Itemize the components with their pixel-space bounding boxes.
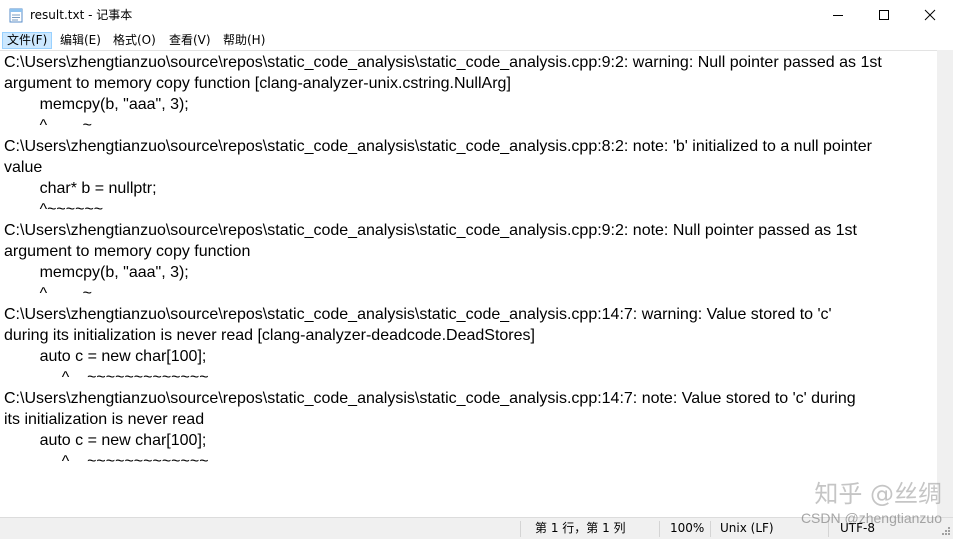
status-divider xyxy=(659,521,660,537)
maximize-icon xyxy=(879,10,889,20)
maximize-button[interactable] xyxy=(861,0,907,31)
resize-grip-icon[interactable] xyxy=(940,525,951,536)
text-line: char* b = nullptr; xyxy=(4,180,157,197)
menu-bar: 文件(F) 编辑(E) 格式(O) 查看(V) 帮助(H) xyxy=(0,31,953,50)
text-line: ^ ~~~~~~~~~~~~~ xyxy=(4,453,209,470)
window-title: result.txt - 记事本 xyxy=(30,8,133,22)
text-line: auto c = new char[100]; xyxy=(4,432,207,449)
text-line: auto c = new char[100]; xyxy=(4,348,207,365)
status-divider xyxy=(520,521,521,537)
text-line: ^ ~~~~~~~~~~~~~ xyxy=(4,369,209,386)
text-line: argument to memory copy function xyxy=(4,243,251,260)
menu-format[interactable]: 格式(O) xyxy=(109,32,160,49)
line-ending: Unix (LF) xyxy=(720,521,774,535)
menu-edit[interactable]: 编辑(E) xyxy=(56,32,105,49)
text-line: C:\Users\zhengtianzuo\source\repos\stati… xyxy=(4,54,882,71)
text-line: its initialization is never read xyxy=(4,411,205,428)
notepad-icon xyxy=(9,8,23,23)
minimize-button[interactable] xyxy=(815,0,861,31)
title-bar[interactable]: result.txt - 记事本 xyxy=(0,0,953,31)
close-icon xyxy=(924,9,936,21)
text-line: ^~~~~~~ xyxy=(4,201,104,218)
close-button[interactable] xyxy=(907,0,953,31)
zoom-level: 100% xyxy=(670,521,705,535)
text-line: value xyxy=(4,159,43,176)
menu-file[interactable]: 文件(F) xyxy=(2,32,53,49)
text-line: memcpy(b, "aaa", 3); xyxy=(4,96,189,113)
encoding: UTF-8 xyxy=(840,521,875,535)
text-line: argument to memory copy function [clang-… xyxy=(4,75,511,92)
text-line: C:\Users\zhengtianzuo\source\repos\stati… xyxy=(4,306,832,323)
status-divider xyxy=(710,521,711,537)
text-line: C:\Users\zhengtianzuo\source\repos\stati… xyxy=(4,222,857,239)
menu-help[interactable]: 帮助(H) xyxy=(219,32,269,49)
status-bar: 第 1 行，第 1 列 100% Unix (LF) UTF-8 xyxy=(0,517,953,539)
text-line: during its initialization is never read … xyxy=(4,327,535,344)
text-line: memcpy(b, "aaa", 3); xyxy=(4,264,189,281)
status-divider xyxy=(828,521,829,537)
cursor-position: 第 1 行，第 1 列 xyxy=(535,521,626,535)
vertical-scrollbar[interactable] xyxy=(937,50,953,517)
text-line: C:\Users\zhengtianzuo\source\repos\stati… xyxy=(4,138,872,155)
text-line: ^ ~ xyxy=(4,117,92,134)
minimize-icon xyxy=(833,15,843,16)
text-editor[interactable]: C:\Users\zhengtianzuo\source\repos\stati… xyxy=(0,50,937,518)
text-line: ^ ~ xyxy=(4,285,92,302)
menu-view[interactable]: 查看(V) xyxy=(165,32,215,49)
text-line: C:\Users\zhengtianzuo\source\repos\stati… xyxy=(4,390,856,407)
